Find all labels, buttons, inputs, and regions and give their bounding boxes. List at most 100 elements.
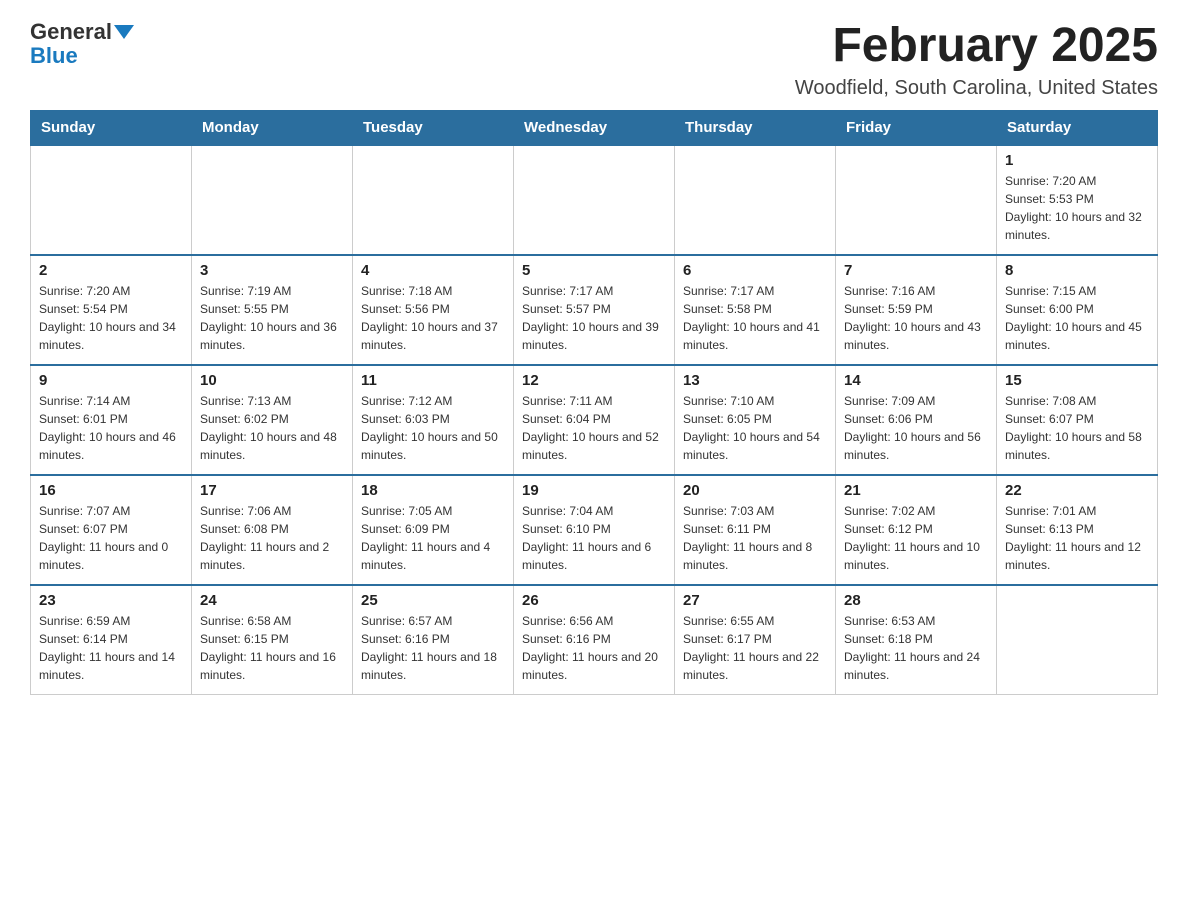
day-number: 19 (522, 482, 666, 499)
header-tuesday: Tuesday (353, 110, 514, 145)
day-number: 2 (39, 262, 183, 279)
day-number: 7 (844, 262, 988, 279)
day-number: 20 (683, 482, 827, 499)
day-sun-info: Sunrise: 7:15 AMSunset: 6:00 PMDaylight:… (1005, 282, 1149, 354)
calendar-cell: 7 Sunrise: 7:16 AMSunset: 5:59 PMDaylight… (836, 255, 997, 365)
day-number: 15 (1005, 372, 1149, 389)
day-number: 28 (844, 592, 988, 609)
day-sun-info: Sunrise: 7:10 AMSunset: 6:05 PMDaylight:… (683, 392, 827, 464)
header-sunday: Sunday (31, 110, 192, 145)
header-thursday: Thursday (675, 110, 836, 145)
calendar-table: Sunday Monday Tuesday Wednesday Thursday… (30, 110, 1158, 696)
calendar-cell: 15 Sunrise: 7:08 AMSunset: 6:07 PMDayligh… (997, 365, 1158, 475)
day-sun-info: Sunrise: 6:56 AMSunset: 6:16 PMDaylight:… (522, 612, 666, 684)
day-number: 24 (200, 592, 344, 609)
calendar-cell: 8 Sunrise: 7:15 AMSunset: 6:00 PMDaylight… (997, 255, 1158, 365)
calendar-cell: 14 Sunrise: 7:09 AMSunset: 6:06 PMDayligh… (836, 365, 997, 475)
day-sun-info: Sunrise: 7:08 AMSunset: 6:07 PMDaylight:… (1005, 392, 1149, 464)
calendar-cell: 24 Sunrise: 6:58 AMSunset: 6:15 PMDayligh… (192, 585, 353, 695)
calendar-week-row: 23 Sunrise: 6:59 AMSunset: 6:14 PMDayligh… (31, 585, 1158, 695)
calendar-cell: 23 Sunrise: 6:59 AMSunset: 6:14 PMDayligh… (31, 585, 192, 695)
day-sun-info: Sunrise: 7:09 AMSunset: 6:06 PMDaylight:… (844, 392, 988, 464)
day-sun-info: Sunrise: 6:59 AMSunset: 6:14 PMDaylight:… (39, 612, 183, 684)
day-sun-info: Sunrise: 7:13 AMSunset: 6:02 PMDaylight:… (200, 392, 344, 464)
day-sun-info: Sunrise: 7:01 AMSunset: 6:13 PMDaylight:… (1005, 502, 1149, 574)
calendar-cell: 18 Sunrise: 7:05 AMSunset: 6:09 PMDayligh… (353, 475, 514, 585)
calendar-cell: 12 Sunrise: 7:11 AMSunset: 6:04 PMDayligh… (514, 365, 675, 475)
calendar-cell: 11Sunrise: 7:12 AMSunset: 6:03 PMDayligh… (353, 365, 514, 475)
day-sun-info: Sunrise: 7:17 AMSunset: 5:57 PMDaylight:… (522, 282, 666, 354)
day-sun-info: Sunrise: 7:17 AMSunset: 5:58 PMDaylight:… (683, 282, 827, 354)
logo: General Blue (30, 20, 134, 68)
calendar-cell (836, 145, 997, 255)
calendar-cell: 20 Sunrise: 7:03 AMSunset: 6:11 PMDayligh… (675, 475, 836, 585)
calendar-week-row: 2 Sunrise: 7:20 AMSunset: 5:54 PMDaylight… (31, 255, 1158, 365)
calendar-cell: 16Sunrise: 7:07 AMSunset: 6:07 PMDayligh… (31, 475, 192, 585)
day-sun-info: Sunrise: 6:58 AMSunset: 6:15 PMDaylight:… (200, 612, 344, 684)
day-number: 4 (361, 262, 505, 279)
calendar-cell: 3Sunrise: 7:19 AMSunset: 5:55 PMDaylight… (192, 255, 353, 365)
day-number: 11 (361, 372, 505, 389)
calendar-cell: 19 Sunrise: 7:04 AMSunset: 6:10 PMDayligh… (514, 475, 675, 585)
calendar-cell: 22 Sunrise: 7:01 AMSunset: 6:13 PMDayligh… (997, 475, 1158, 585)
calendar-cell (192, 145, 353, 255)
calendar-header-row: Sunday Monday Tuesday Wednesday Thursday… (31, 110, 1158, 145)
day-number: 1 (1005, 152, 1149, 169)
calendar-cell: 28 Sunrise: 6:53 AMSunset: 6:18 PMDayligh… (836, 585, 997, 695)
calendar-cell: 4 Sunrise: 7:18 AMSunset: 5:56 PMDaylight… (353, 255, 514, 365)
day-number: 27 (683, 592, 827, 609)
calendar-cell (514, 145, 675, 255)
logo-general: General (30, 20, 112, 44)
day-sun-info: Sunrise: 6:53 AMSunset: 6:18 PMDaylight:… (844, 612, 988, 684)
day-sun-info: Sunrise: 7:03 AMSunset: 6:11 PMDaylight:… (683, 502, 827, 574)
day-number: 25 (361, 592, 505, 609)
day-number: 22 (1005, 482, 1149, 499)
calendar-cell: 1Sunrise: 7:20 AMSunset: 5:53 PMDaylight… (997, 145, 1158, 255)
day-sun-info: Sunrise: 7:02 AMSunset: 6:12 PMDaylight:… (844, 502, 988, 574)
day-number: 12 (522, 372, 666, 389)
day-number: 16 (39, 482, 183, 499)
day-sun-info: Sunrise: 7:04 AMSunset: 6:10 PMDaylight:… (522, 502, 666, 574)
day-number: 14 (844, 372, 988, 389)
calendar-cell (675, 145, 836, 255)
day-number: 8 (1005, 262, 1149, 279)
page-header: General Blue February 2025 Woodfield, So… (30, 20, 1158, 100)
day-sun-info: Sunrise: 7:11 AMSunset: 6:04 PMDaylight:… (522, 392, 666, 464)
calendar-cell: 13 Sunrise: 7:10 AMSunset: 6:05 PMDayligh… (675, 365, 836, 475)
calendar-cell (997, 585, 1158, 695)
header-friday: Friday (836, 110, 997, 145)
day-sun-info: Sunrise: 7:20 AMSunset: 5:54 PMDaylight:… (39, 282, 183, 354)
calendar-week-row: 1Sunrise: 7:20 AMSunset: 5:53 PMDaylight… (31, 145, 1158, 255)
day-number: 13 (683, 372, 827, 389)
title-area: February 2025 Woodfield, South Carolina,… (795, 20, 1158, 100)
day-number: 3 (200, 262, 344, 279)
day-sun-info: Sunrise: 6:55 AMSunset: 6:17 PMDaylight:… (683, 612, 827, 684)
calendar-cell: 9 Sunrise: 7:14 AMSunset: 6:01 PMDaylight… (31, 365, 192, 475)
day-sun-info: Sunrise: 7:06 AMSunset: 6:08 PMDaylight:… (200, 502, 344, 574)
calendar-cell: 25Sunrise: 6:57 AMSunset: 6:16 PMDayligh… (353, 585, 514, 695)
day-number: 26 (522, 592, 666, 609)
day-number: 17 (200, 482, 344, 499)
calendar-cell: 5 Sunrise: 7:17 AMSunset: 5:57 PMDaylight… (514, 255, 675, 365)
day-number: 6 (683, 262, 827, 279)
calendar-cell: 10Sunrise: 7:13 AMSunset: 6:02 PMDayligh… (192, 365, 353, 475)
calendar-cell: 17 Sunrise: 7:06 AMSunset: 6:08 PMDayligh… (192, 475, 353, 585)
logo-arrow-icon (114, 25, 134, 39)
calendar-cell: 2 Sunrise: 7:20 AMSunset: 5:54 PMDaylight… (31, 255, 192, 365)
calendar-cell: 26 Sunrise: 6:56 AMSunset: 6:16 PMDayligh… (514, 585, 675, 695)
day-number: 23 (39, 592, 183, 609)
day-sun-info: Sunrise: 7:18 AMSunset: 5:56 PMDaylight:… (361, 282, 505, 354)
header-wednesday: Wednesday (514, 110, 675, 145)
header-monday: Monday (192, 110, 353, 145)
day-number: 5 (522, 262, 666, 279)
calendar-cell: 6 Sunrise: 7:17 AMSunset: 5:58 PMDaylight… (675, 255, 836, 365)
calendar-cell (353, 145, 514, 255)
day-number: 18 (361, 482, 505, 499)
day-number: 21 (844, 482, 988, 499)
day-number: 9 (39, 372, 183, 389)
day-sun-info: Sunrise: 7:14 AMSunset: 6:01 PMDaylight:… (39, 392, 183, 464)
calendar-cell: 27 Sunrise: 6:55 AMSunset: 6:17 PMDayligh… (675, 585, 836, 695)
day-sun-info: Sunrise: 7:16 AMSunset: 5:59 PMDaylight:… (844, 282, 988, 354)
day-sun-info: Sunrise: 7:05 AMSunset: 6:09 PMDaylight:… (361, 502, 505, 574)
calendar-cell: 21 Sunrise: 7:02 AMSunset: 6:12 PMDayligh… (836, 475, 997, 585)
